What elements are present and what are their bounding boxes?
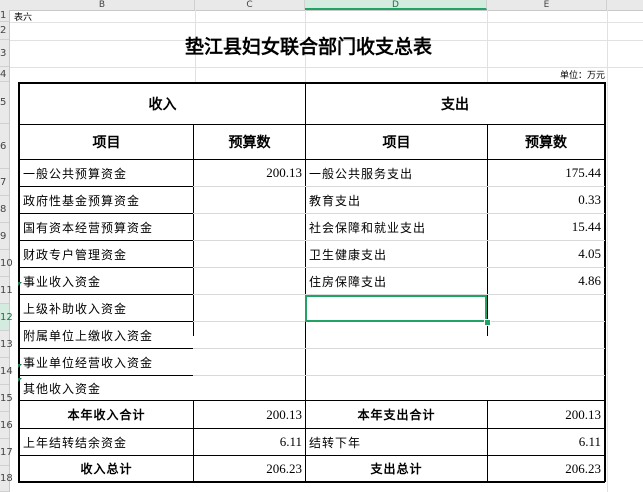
column-header-d[interactable]: D <box>305 0 487 10</box>
expense-item-label[interactable]: 住房保障支出 <box>306 268 487 294</box>
income-header[interactable]: 收入 <box>20 84 305 124</box>
row-header[interactable]: 2 <box>0 22 9 40</box>
expense-item-label[interactable]: 一般公共服务支出 <box>306 160 487 186</box>
table-border-bottom <box>18 481 605 483</box>
fill-handle[interactable] <box>484 319 491 326</box>
income-item-label[interactable]: 事业单位经营收入资金 <box>20 349 193 375</box>
unit-label[interactable]: 单位：万元 <box>500 67 605 82</box>
row-header[interactable]: 14 <box>0 358 13 385</box>
carryforward-value[interactable]: 6.11 <box>488 429 604 455</box>
carryforward-label[interactable]: 结转下年 <box>306 429 487 455</box>
expense-item-value[interactable]: 0.33 <box>488 187 604 213</box>
active-cell-selection[interactable] <box>305 295 487 322</box>
row-header[interactable]: 6 <box>0 124 9 169</box>
income-total-value[interactable]: 200.13 <box>194 401 305 428</box>
expense-item-value[interactable] <box>488 349 604 375</box>
row-header[interactable]: 3 <box>0 40 9 67</box>
row-header[interactable]: 8 <box>0 196 9 223</box>
income-item-value[interactable] <box>194 295 305 321</box>
income-item-value[interactable] <box>194 187 305 213</box>
income-item-label[interactable]: 一般公共预算资金 <box>20 160 193 186</box>
carryover-label[interactable]: 上年结转结余资金 <box>20 429 193 455</box>
expense-item-label[interactable]: 社会保障和就业支出 <box>306 214 487 240</box>
income-item-value[interactable] <box>194 268 305 294</box>
note-label[interactable]: 表六 <box>14 10 74 23</box>
expense-item-value[interactable] <box>488 376 604 400</box>
income-item-value[interactable] <box>194 376 305 400</box>
expense-item-label[interactable] <box>306 322 487 348</box>
sheet-title[interactable]: 垫江县妇女联合部门收支总表 <box>10 32 607 59</box>
expense-header[interactable]: 支出 <box>306 84 604 124</box>
income-grand-total-label[interactable]: 收入总计 <box>20 456 193 481</box>
row-header[interactable]: 10 <box>0 250 13 277</box>
income-item-label[interactable]: 上级补助收入资金 <box>20 295 193 321</box>
gridline <box>10 22 643 23</box>
row-header[interactable]: 17 <box>0 439 13 466</box>
row-header[interactable]: 5 <box>0 82 9 124</box>
expense-item-label[interactable]: 卫生健康支出 <box>306 241 487 267</box>
expense-item-value[interactable] <box>488 295 604 321</box>
row-header[interactable]: 4 <box>0 67 9 82</box>
cell-error-indicator-icon[interactable] <box>18 364 22 368</box>
column-header-bar: B C D E <box>0 0 643 11</box>
income-item-value[interactable] <box>194 214 305 240</box>
income-item-label[interactable]: 国有资本经营预算资金 <box>20 214 193 240</box>
row-header[interactable]: 16 <box>0 412 13 439</box>
row-header[interactable]: 7 <box>0 169 9 196</box>
row-header[interactable]: 13 <box>0 331 13 358</box>
row-header[interactable]: 18 <box>0 466 13 492</box>
spreadsheet[interactable]: B C D E 1 2 3 4 5 6 7 8 9 10 11 12 13 14… <box>0 0 643 492</box>
income-item-value[interactable]: 200.13 <box>194 160 305 186</box>
expense-item-value[interactable]: 4.05 <box>488 241 604 267</box>
cell-error-indicator-icon[interactable] <box>18 282 22 286</box>
expense-item-header[interactable]: 项目 <box>306 125 487 159</box>
expense-grand-total-label[interactable]: 支出总计 <box>306 456 487 481</box>
table-border-right <box>604 82 606 482</box>
expense-total-value[interactable]: 200.13 <box>488 401 604 428</box>
expense-item-value[interactable]: 175.44 <box>488 160 604 186</box>
income-total-label[interactable]: 本年收入合计 <box>20 401 193 428</box>
expense-item-value[interactable] <box>488 322 604 348</box>
row-header[interactable]: 15 <box>0 385 13 412</box>
income-item-label[interactable]: 事业收入资金 <box>20 268 193 294</box>
income-budget-header[interactable]: 预算数 <box>194 125 305 159</box>
column-header-e[interactable]: E <box>487 0 607 10</box>
cell-error-indicator-icon[interactable] <box>18 378 22 382</box>
expense-item-label[interactable] <box>306 376 487 400</box>
income-item-value[interactable] <box>194 349 305 375</box>
row-header[interactable]: 9 <box>0 223 9 250</box>
expense-budget-header[interactable]: 预算数 <box>488 125 604 159</box>
expense-total-label[interactable]: 本年支出合计 <box>306 401 487 428</box>
carryover-value[interactable]: 6.11 <box>194 429 305 455</box>
row-header[interactable]: 11 <box>0 277 13 304</box>
row-header-bar: 1 2 3 4 5 6 7 8 9 10 11 12 13 14 15 16 1… <box>0 10 13 492</box>
expense-item-label[interactable]: 教育支出 <box>306 187 487 213</box>
income-item-label[interactable]: 政府性基金预算资金 <box>20 187 193 213</box>
income-item-value[interactable] <box>194 322 305 348</box>
row-header[interactable]: 1 <box>0 10 9 22</box>
row-header[interactable]: 12 <box>0 304 13 331</box>
income-item-value[interactable] <box>194 241 305 267</box>
column-header-b[interactable]: B <box>10 0 195 10</box>
column-header-c[interactable]: C <box>195 0 305 10</box>
gridline <box>607 10 608 492</box>
income-item-label[interactable]: 附属单位上缴收入资金 <box>20 322 193 348</box>
expense-grand-total-value[interactable]: 206.23 <box>488 456 604 481</box>
income-item-label[interactable]: 其他收入资金 <box>20 376 193 400</box>
expense-item-value[interactable]: 15.44 <box>488 214 604 240</box>
income-grand-total-value[interactable]: 206.23 <box>194 456 305 481</box>
income-item-label[interactable]: 财政专户管理资金 <box>20 241 193 267</box>
expense-item-value[interactable]: 4.86 <box>488 268 604 294</box>
expense-item-label[interactable] <box>306 349 487 375</box>
income-item-header[interactable]: 项目 <box>20 125 193 159</box>
